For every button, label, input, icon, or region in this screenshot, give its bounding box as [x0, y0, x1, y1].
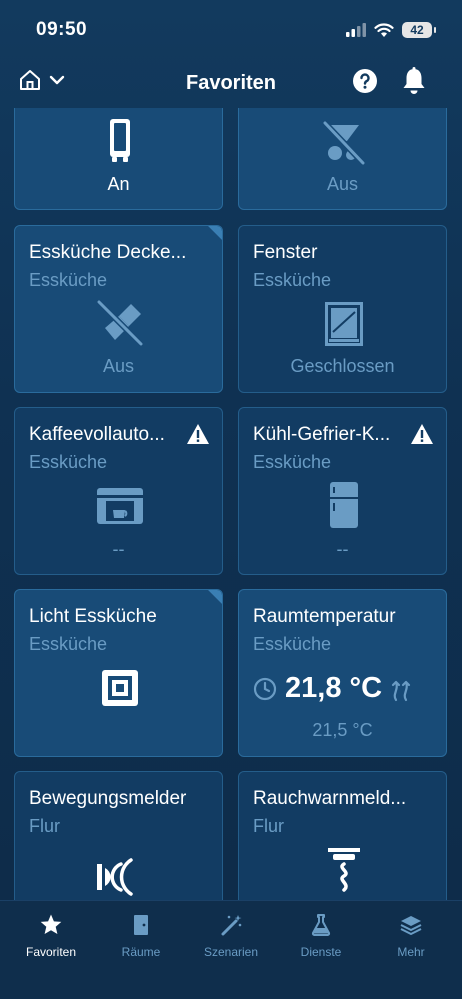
wifi-icon: [374, 22, 394, 37]
app-header: Favoriten: [0, 60, 462, 106]
light-switch-icon: [102, 670, 138, 706]
flask-icon: [311, 914, 331, 936]
tab-szenarien[interactable]: Szenarien: [187, 901, 275, 999]
device-tile[interactable]: Bewegungsmelder Flur: [14, 771, 223, 900]
warning-icon: [411, 424, 433, 444]
tab-bar: Favoriten Räume Szenarien Dienste Mehr: [0, 900, 462, 999]
target-temperature: 21,5 °C: [312, 720, 373, 740]
tab-dienste[interactable]: Dienste: [277, 901, 365, 999]
tile-status: Aus: [102, 356, 135, 376]
temperature-row: 21,8 °C: [253, 672, 412, 705]
tile-room: Flur: [253, 816, 284, 836]
status-icons: 42: [346, 22, 436, 38]
tab-label: Szenarien: [203, 945, 259, 959]
magic-wand-icon: [221, 915, 242, 936]
coffee-machine-icon: [97, 488, 143, 524]
help-button[interactable]: [352, 68, 378, 99]
tile-status: An: [107, 174, 130, 194]
device-tile[interactable]: An: [14, 108, 223, 210]
appliance-off-icon: [322, 120, 366, 166]
device-tile[interactable]: Kühl-Gefrier-K... Essküche --: [238, 407, 447, 575]
tile-title: Raumtemperatur: [253, 606, 396, 627]
favorites-grid: An Aus Essküche Decke... Essküche Aus Fe…: [0, 108, 462, 900]
smoke-detector-icon: [328, 848, 360, 892]
ceiling-lamp-off-icon: [96, 299, 144, 347]
motion-sensor-icon: [97, 858, 133, 896]
home-selector-button[interactable]: [18, 68, 66, 92]
tab-label: Favoriten: [25, 945, 77, 959]
tile-room: Essküche: [253, 634, 332, 654]
tile-status: Aus: [326, 174, 359, 194]
tile-room: Essküche: [253, 452, 332, 472]
layers-icon: [400, 916, 422, 935]
warning-icon: [187, 424, 209, 444]
current-temperature: 21,8 °C: [285, 672, 383, 704]
device-tile[interactable]: Essküche Decke... Essküche Aus: [14, 225, 223, 393]
tile-room: Essküche: [29, 452, 108, 472]
help-icon: [353, 69, 377, 93]
tab-mehr[interactable]: Mehr: [367, 901, 455, 999]
window-icon: [325, 302, 363, 346]
star-icon: [40, 914, 62, 934]
device-tile[interactable]: Raumtemperatur Essküche 21,8 °C 21,5 °C: [238, 589, 447, 757]
tile-title: Fenster: [253, 242, 318, 263]
page-title: Favoriten: [185, 71, 277, 94]
heating-icon: [391, 680, 411, 701]
tile-status: Geschlossen: [290, 356, 395, 376]
tab-raeume[interactable]: Räume: [97, 901, 185, 999]
device-tile[interactable]: Aus: [238, 108, 447, 210]
tab-label: Dienste: [300, 945, 342, 959]
device-tile[interactable]: Licht Essküche Essküche: [14, 589, 223, 757]
tile-room: Essküche: [29, 634, 108, 654]
tile-title: Essküche Decke...: [29, 242, 187, 263]
tile-status: --: [336, 539, 349, 559]
remote-control-icon: [110, 119, 130, 162]
home-icon: [20, 70, 40, 90]
status-time: 09:50: [36, 19, 88, 40]
tab-favoriten[interactable]: Favoriten: [7, 901, 95, 999]
clock-icon: [253, 677, 277, 700]
device-tile[interactable]: Kaffeevollauto... Essküche --: [14, 407, 223, 575]
device-tile[interactable]: Rauchwarnmeld... Flur: [238, 771, 447, 900]
bell-icon: [403, 67, 425, 94]
battery-indicator: 42: [402, 22, 436, 38]
tab-label: Mehr: [397, 945, 425, 959]
chevron-down-icon: [49, 75, 65, 85]
fridge-icon: [330, 482, 358, 528]
door-icon: [134, 915, 148, 935]
tile-title: Kaffeevollauto...: [29, 424, 165, 445]
tile-title: Licht Essküche: [29, 606, 157, 627]
tile-room: Essküche: [253, 270, 332, 290]
signal-icon: [346, 23, 366, 37]
tile-status: --: [112, 539, 125, 559]
notifications-button[interactable]: [400, 66, 428, 101]
device-tile[interactable]: Fenster Essküche Geschlossen: [238, 225, 447, 393]
tile-title: Kühl-Gefrier-K...: [253, 424, 391, 445]
tile-room: Flur: [29, 816, 60, 836]
tile-room: Essküche: [29, 270, 108, 290]
tab-label: Räume: [121, 945, 161, 959]
tile-title: Bewegungsmelder: [29, 788, 187, 809]
tile-title: Rauchwarnmeld...: [253, 788, 407, 809]
status-bar: 09:50 42: [0, 0, 462, 60]
